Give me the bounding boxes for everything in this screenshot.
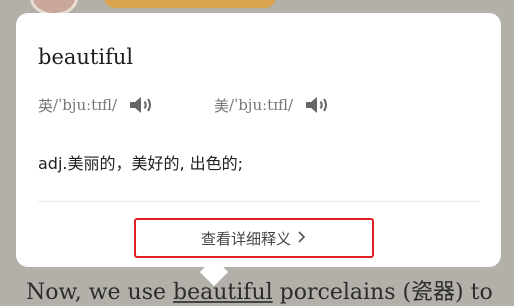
phonetic-us-ipa: /ˈbjuːtɪfl/ (229, 96, 294, 114)
article-text-before: Now, we use (26, 280, 174, 305)
article-text-after: porcelains (瓷器) to (272, 280, 493, 305)
speaker-icon[interactable] (303, 94, 333, 116)
dictionary-popup: beautiful 英/ˈbjuːtɪfl/ 美/ˈbjuːtɪfl/ adj.… (16, 13, 501, 267)
phonetic-uk-region: 英 (38, 96, 54, 115)
phonetic-uk-ipa: /ˈbjuːtɪfl/ (53, 96, 118, 114)
speaker-icon[interactable] (127, 94, 157, 116)
chevron-right-icon (297, 229, 307, 248)
definition-text: adj.美丽的，美好的, 出色的; (38, 154, 244, 173)
article-text: Now, we use beautiful porcelains (瓷器) to (26, 274, 493, 306)
phonetic-us: 美/ˈbjuːtɪfl/ (214, 94, 333, 116)
popup-word: beautiful (38, 45, 134, 69)
divider (38, 201, 480, 202)
view-details-button[interactable]: 查看详细释义 (134, 218, 374, 258)
phonetic-us-region: 美 (214, 96, 230, 115)
selected-word[interactable]: beautiful (173, 280, 273, 305)
phonetic-uk: 英/ˈbjuːtɪfl/ (38, 94, 157, 116)
top-action-pill[interactable] (104, 0, 276, 8)
view-details-label: 查看详细释义 (200, 229, 291, 248)
